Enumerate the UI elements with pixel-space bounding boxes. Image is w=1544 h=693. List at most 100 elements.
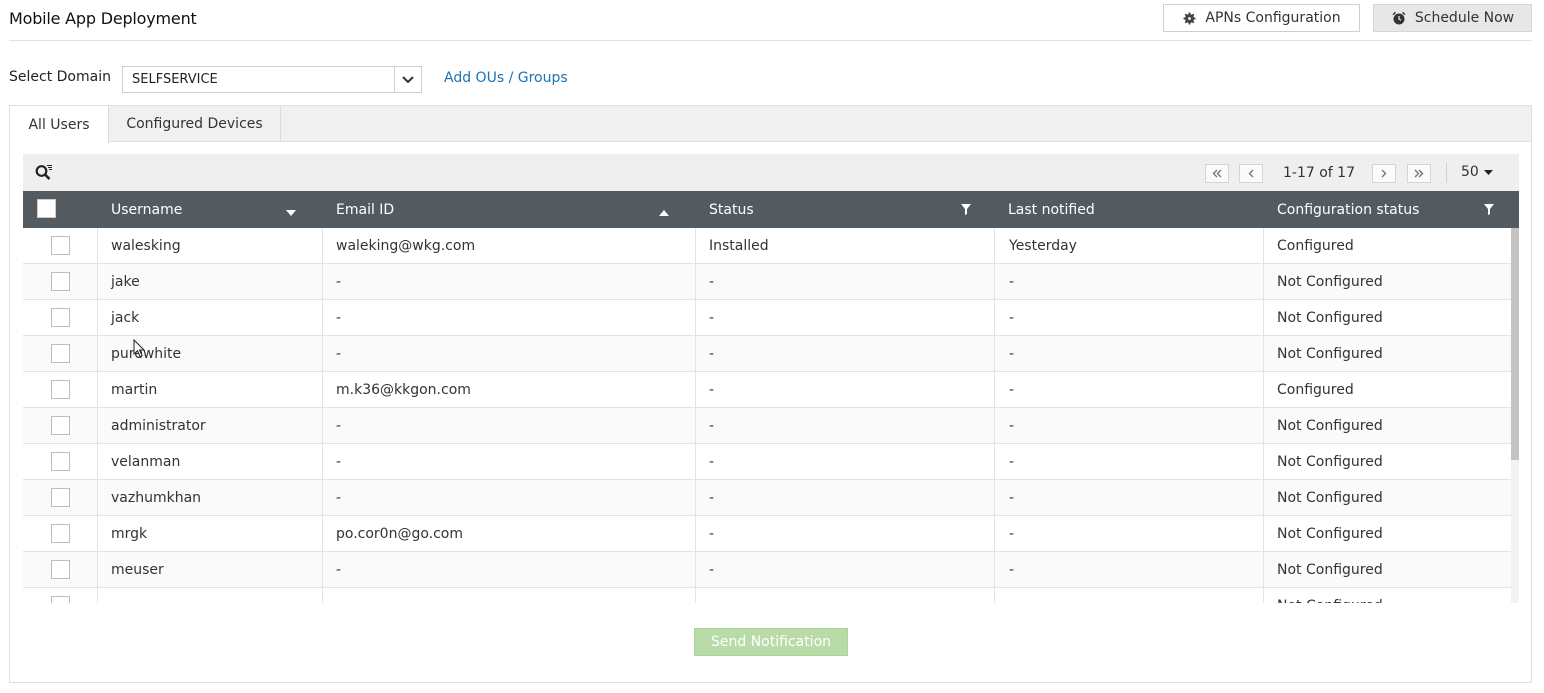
column-header-username[interactable]: Username xyxy=(111,191,182,228)
cell-username: walesking xyxy=(98,228,323,263)
gear-icon xyxy=(1182,11,1197,26)
sort-descending-icon[interactable] xyxy=(286,204,296,220)
pagination-divider xyxy=(1446,163,1447,183)
previous-page-button[interactable] xyxy=(1239,164,1263,183)
table-row[interactable]: - - - Not Configured xyxy=(23,588,1511,603)
alarm-clock-icon xyxy=(1391,10,1407,26)
row-checkbox[interactable] xyxy=(50,524,70,543)
cell-email: - xyxy=(323,408,696,443)
cell-config-status: Not Configured xyxy=(1264,588,1511,604)
row-checkbox[interactable] xyxy=(50,236,70,255)
select-all-checkbox[interactable] xyxy=(37,199,56,218)
send-notification-button[interactable]: Send Notification xyxy=(694,628,848,656)
cell-email: - xyxy=(323,336,696,371)
search-filter-icon[interactable] xyxy=(35,164,53,185)
schedule-now-button[interactable]: Schedule Now xyxy=(1373,4,1532,32)
cell-config-status: Not Configured xyxy=(1277,525,1383,542)
table-header: Username Email ID Status Last notified C… xyxy=(23,191,1519,228)
table-row[interactable]: mrgk po.cor0n@go.com - - Not Configured xyxy=(23,516,1511,552)
chevron-down-icon[interactable] xyxy=(394,67,421,92)
cell-status: - xyxy=(696,372,995,407)
column-header-status[interactable]: Status xyxy=(709,191,754,228)
last-page-button[interactable] xyxy=(1407,164,1431,183)
cell-config-status: Not Configured xyxy=(1277,489,1383,506)
cell-username: martin xyxy=(98,372,323,407)
cell-config-status: Configured xyxy=(1277,381,1354,398)
cell-config-status: Not Configured xyxy=(1277,309,1383,326)
cell-email: po.cor0n@go.com xyxy=(323,516,696,551)
table-toolbar: 1-17 of 17 50 xyxy=(23,154,1519,191)
cell-config-status: Not Configured xyxy=(1277,561,1383,578)
row-checkbox[interactable] xyxy=(50,596,70,603)
cell-username: velanman xyxy=(98,444,323,479)
table-row[interactable]: meuser - - - Not Configured xyxy=(23,552,1511,588)
row-checkbox[interactable] xyxy=(50,488,70,507)
row-checkbox[interactable] xyxy=(50,416,70,435)
table-row[interactable]: purewhite - - - Not Configured xyxy=(23,336,1511,372)
column-header-email[interactable]: Email ID xyxy=(336,191,394,228)
cell-last-notified: - xyxy=(995,408,1264,443)
cell-last-notified: - xyxy=(995,588,1264,603)
row-checkbox[interactable] xyxy=(50,560,70,579)
schedule-now-label: Schedule Now xyxy=(1414,10,1515,26)
cell-last-notified: - xyxy=(995,516,1264,551)
cell-status: - xyxy=(696,588,995,603)
row-checkbox[interactable] xyxy=(50,272,70,291)
column-header-configuration-status[interactable]: Configuration status xyxy=(1277,191,1419,228)
cell-status: - xyxy=(696,408,995,443)
cell-email: - xyxy=(323,588,696,603)
cell-status: Installed xyxy=(696,228,995,263)
cell-username: jake xyxy=(98,264,323,299)
page-size-value: 50 xyxy=(1461,164,1479,180)
table-row[interactable]: jake - - - Not Configured xyxy=(23,264,1511,300)
filter-icon[interactable] xyxy=(1484,203,1494,219)
table-row[interactable]: vazhumkhan - - - Not Configured xyxy=(23,480,1511,516)
cell-last-notified: - xyxy=(995,480,1264,515)
tab-all-users[interactable]: All Users xyxy=(10,106,109,143)
column-header-last-notified[interactable]: Last notified xyxy=(1008,191,1095,228)
cell-email: - xyxy=(323,480,696,515)
page-size-dropdown[interactable]: 50 xyxy=(1461,164,1493,180)
tab-configured-devices[interactable]: Configured Devices xyxy=(109,106,281,142)
cell-last-notified: Yesterday xyxy=(995,228,1264,263)
sort-ascending-icon[interactable] xyxy=(659,204,669,220)
domain-select-value: SELFSERVICE xyxy=(132,72,218,87)
cell-username: vazhumkhan xyxy=(98,480,323,515)
cell-username: meuser xyxy=(98,552,323,587)
cell-config-status: Not Configured xyxy=(1277,417,1383,434)
domain-select[interactable]: SELFSERVICE xyxy=(122,66,422,93)
row-checkbox[interactable] xyxy=(50,380,70,399)
add-ous-groups-link[interactable]: Add OUs / Groups xyxy=(444,70,568,86)
row-checkbox[interactable] xyxy=(50,452,70,471)
pagination-info: 1-17 of 17 xyxy=(1283,165,1355,181)
cell-username: mrgk xyxy=(98,516,323,551)
cell-status: - xyxy=(696,264,995,299)
cell-config-status: Configured xyxy=(1277,237,1354,254)
cell-username: administrator xyxy=(98,408,323,443)
row-checkbox[interactable] xyxy=(50,308,70,327)
caret-down-icon xyxy=(1483,164,1493,180)
table-row[interactable]: velanman - - - Not Configured xyxy=(23,444,1511,480)
cell-email: m.k36@kkgon.com xyxy=(323,372,696,407)
table-row[interactable]: jack - - - Not Configured xyxy=(23,300,1511,336)
table-row[interactable]: walesking waleking@wkg.com Installed Yes… xyxy=(23,228,1511,264)
cell-status: - xyxy=(696,516,995,551)
cell-username: purewhite xyxy=(98,336,323,371)
row-checkbox[interactable] xyxy=(50,344,70,363)
cell-last-notified: - xyxy=(995,264,1264,299)
next-page-button[interactable] xyxy=(1372,164,1396,183)
apns-configuration-button[interactable]: APNs Configuration xyxy=(1163,4,1360,32)
first-page-button[interactable] xyxy=(1205,164,1229,183)
table-scrollbar-thumb[interactable] xyxy=(1511,228,1519,460)
cell-email: - xyxy=(323,264,696,299)
table-body: walesking waleking@wkg.com Installed Yes… xyxy=(23,228,1519,603)
cell-last-notified: - xyxy=(995,372,1264,407)
tab-bar: All Users Configured Devices xyxy=(10,106,1531,143)
cell-status: - xyxy=(696,336,995,371)
table-row[interactable]: administrator - - - Not Configured xyxy=(23,408,1511,444)
cell-config-status: Not Configured xyxy=(1277,345,1383,362)
table-row[interactable]: martin m.k36@kkgon.com - - Configured xyxy=(23,372,1511,408)
cell-email: waleking@wkg.com xyxy=(323,228,696,263)
filter-icon[interactable] xyxy=(961,203,971,219)
cell-status: - xyxy=(696,444,995,479)
